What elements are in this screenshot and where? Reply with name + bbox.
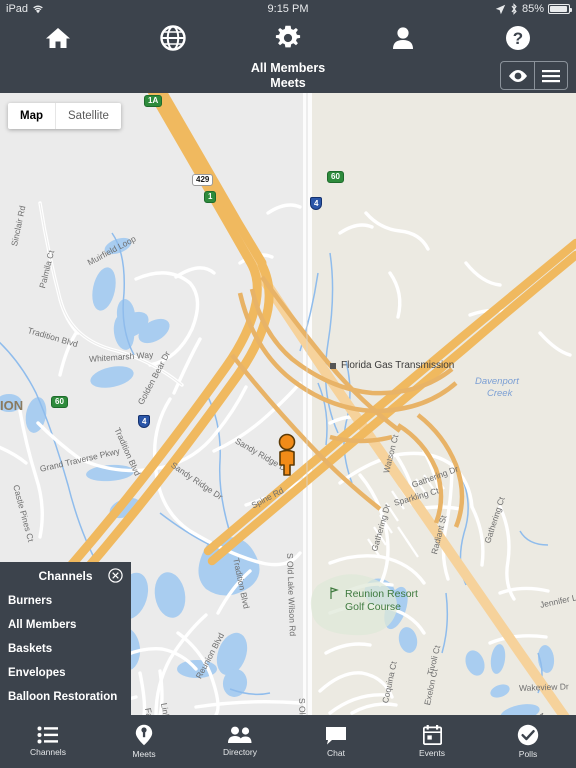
home-icon [45,28,70,48]
channel-item[interactable]: Envelopes [0,661,131,685]
route-shield: 1A [144,95,163,107]
tab-label: Meets [132,749,156,759]
channels-panel: Channels Burners All Members Baskets Env… [0,562,131,715]
list-icon [37,726,58,744]
view-toggle-group [500,61,568,90]
route-shield: 60 [51,396,68,408]
street-view-pegman[interactable] [275,433,299,477]
tab-label: Chat [327,747,345,758]
channel-item[interactable]: Balloon Restoration [0,685,131,709]
nav-settings[interactable] [230,18,345,58]
tab-label: Directory [222,747,257,757]
route-shield: 429 [192,174,214,186]
top-nav-bar: ? [0,18,576,58]
hamburger-menu-icon [542,69,560,82]
nav-home[interactable] [0,18,115,58]
tab-chat[interactable]: Chat [288,726,384,758]
eye-icon [508,69,527,82]
nav-globe[interactable] [115,18,230,58]
golf-course-icon [330,587,339,599]
calendar-icon [422,725,442,745]
status-bar-time: 9:15 PM [267,3,309,15]
tab-events[interactable]: Events [384,725,480,758]
channel-item[interactable]: Baskets [0,637,131,661]
tab-channels[interactable]: Channels [0,726,96,757]
tab-label: Events [419,748,445,758]
check-circle-icon [517,724,539,746]
tab-directory[interactable]: Directory [192,726,288,757]
route-shield: 1 [204,191,217,203]
nav-profile[interactable] [346,18,461,58]
title-bar: All Members Meets [0,58,576,93]
bluetooth-icon [511,3,517,15]
gear-icon [275,25,301,48]
page-title: All Members Meets [251,61,325,90]
svg-text:?: ? [513,29,523,48]
battery-percent: 85% [521,3,544,15]
person-icon [393,27,414,49]
channel-item[interactable]: All Members [0,613,131,637]
nav-help[interactable]: ? [461,18,576,58]
chat-bubble-icon [326,726,346,744]
channels-panel-header: Channels [0,562,131,589]
eye-visibility-button[interactable] [501,62,534,89]
battery-icon [548,4,572,14]
channels-panel-title: Channels [38,568,93,583]
tab-meets[interactable]: Meets [96,724,192,759]
status-bar: iPad 9:15 PM 85% [0,0,576,18]
close-circle-icon[interactable] [108,568,123,583]
map-type-toggle[interactable]: Map Satellite [8,103,121,129]
bottom-tab-bar: Channels Meets Directory Chat Events Pol… [0,715,576,768]
people-icon [228,726,252,743]
location-arrow-icon [495,4,506,14]
page-title-line1: All Members [250,61,326,76]
tab-label: Polls [518,749,538,759]
question-mark-icon: ? [506,26,531,50]
tab-polls[interactable]: Polls [480,724,576,759]
route-shield: 60 [327,171,344,183]
status-bar-right: 85% [495,3,572,15]
map-type-map[interactable]: Map [8,103,55,129]
app-root: iPad 9:15 PM 85% ? All Members Meets Map… [0,0,576,768]
poi-marker [330,363,336,369]
channel-item[interactable]: Burners [0,589,131,613]
page-title-line2: Meets [270,75,306,90]
tab-label: Channels [30,747,66,757]
map-type-satellite[interactable]: Satellite [55,103,121,129]
map-pin-icon [135,724,153,746]
list-menu-button[interactable] [534,62,567,89]
globe-icon [160,25,186,51]
